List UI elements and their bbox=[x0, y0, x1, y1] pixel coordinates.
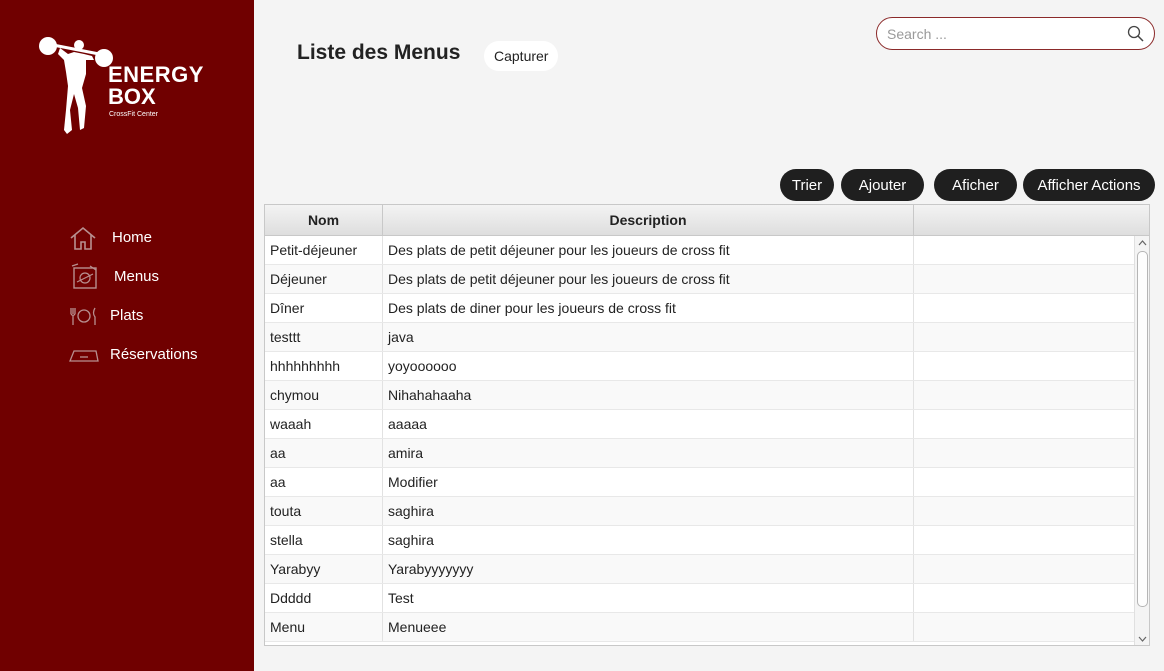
cell-empty bbox=[914, 497, 1135, 525]
table-row[interactable]: Petit-déjeuner Des plats de petit déjeune… bbox=[265, 236, 1149, 265]
cell-empty bbox=[914, 468, 1135, 496]
cell-nom: aa bbox=[265, 468, 383, 496]
table-row[interactable]: Ddddd Test bbox=[265, 584, 1149, 613]
cell-empty bbox=[914, 410, 1135, 438]
cell-description: Des plats de diner pour les joueurs de c… bbox=[383, 294, 914, 322]
cell-nom: waaah bbox=[265, 410, 383, 438]
cell-nom: Petit-déjeuner bbox=[265, 236, 383, 264]
sidebar-nav: Home Menus Plats Réservations bbox=[68, 218, 198, 374]
cell-description: saghira bbox=[383, 497, 914, 525]
cell-nom: chymou bbox=[265, 381, 383, 409]
cell-description: java bbox=[383, 323, 914, 351]
cell-description: saghira bbox=[383, 526, 914, 554]
search-icon[interactable] bbox=[1127, 25, 1145, 47]
cell-empty bbox=[914, 294, 1135, 322]
cell-nom: Ddddd bbox=[265, 584, 383, 612]
reservation-icon bbox=[68, 340, 102, 370]
column-header-description[interactable]: Description bbox=[383, 205, 914, 235]
table-row[interactable]: aa Modifier bbox=[265, 468, 1149, 497]
cell-description: aaaaa bbox=[383, 410, 914, 438]
cell-empty bbox=[914, 555, 1135, 583]
cell-description: Menueee bbox=[383, 613, 914, 641]
cell-nom: Menu bbox=[265, 613, 383, 641]
table-row[interactable]: Dîner Des plats de diner pour les joueurs… bbox=[265, 294, 1149, 323]
sort-button[interactable]: Trier bbox=[780, 169, 834, 201]
menu-book-icon bbox=[68, 262, 102, 292]
cell-description: Des plats de petit déjeuner pour les jou… bbox=[383, 265, 914, 293]
scroll-down-icon[interactable] bbox=[1135, 632, 1149, 645]
logo-tagline: CrossFit Center bbox=[109, 111, 159, 118]
table-row[interactable]: chymou Nihahahaaha bbox=[265, 381, 1149, 410]
show-actions-button[interactable]: Afficher Actions bbox=[1023, 169, 1155, 201]
home-icon bbox=[68, 223, 102, 253]
cell-empty bbox=[914, 352, 1135, 380]
cell-empty bbox=[914, 613, 1135, 641]
sidebar-item-label: Home bbox=[112, 229, 153, 246]
capture-button[interactable]: Capturer bbox=[484, 41, 559, 71]
table-row[interactable]: hhhhhhhhh yoyoooooo bbox=[265, 352, 1149, 381]
cell-description: yoyoooooo bbox=[383, 352, 914, 380]
table-header: Nom Description bbox=[265, 205, 1149, 236]
show-button[interactable]: Aficher bbox=[934, 169, 1017, 201]
column-header-empty[interactable] bbox=[914, 205, 1135, 235]
page-title: Liste des Menus bbox=[297, 41, 461, 64]
cell-nom: hhhhhhhhh bbox=[265, 352, 383, 380]
table-row[interactable]: Déjeuner Des plats de petit déjeuner pour… bbox=[265, 265, 1149, 294]
cell-empty bbox=[914, 439, 1135, 467]
sidebar-item-home[interactable]: Home bbox=[68, 218, 198, 257]
cell-empty bbox=[914, 236, 1135, 264]
table-scrollbar[interactable] bbox=[1134, 236, 1149, 645]
cell-nom: stella bbox=[265, 526, 383, 554]
table-row[interactable]: aa amira bbox=[265, 439, 1149, 468]
cell-nom: aa bbox=[265, 439, 383, 467]
search-box bbox=[876, 17, 1155, 50]
table-row[interactable]: touta saghira bbox=[265, 497, 1149, 526]
sidebar-item-label: Plats bbox=[110, 307, 144, 324]
table-row[interactable]: testtt java bbox=[265, 323, 1149, 352]
sidebar-item-label: Menus bbox=[114, 268, 160, 285]
column-header-nom[interactable]: Nom bbox=[265, 205, 383, 235]
sidebar-item-label: Réservations bbox=[110, 346, 198, 363]
logo-line1: ENERGY bbox=[108, 62, 204, 87]
cell-nom: Déjeuner bbox=[265, 265, 383, 293]
table-body: Petit-déjeuner Des plats de petit déjeune… bbox=[265, 236, 1149, 642]
cell-empty bbox=[914, 584, 1135, 612]
scroll-up-icon[interactable] bbox=[1135, 236, 1149, 250]
table-row[interactable]: stella saghira bbox=[265, 526, 1149, 555]
cell-description: Test bbox=[383, 584, 914, 612]
menus-table: Nom Description Petit-déjeuner Des plats … bbox=[264, 204, 1150, 646]
cell-description: Nihahahaaha bbox=[383, 381, 914, 409]
cell-nom: Dîner bbox=[265, 294, 383, 322]
cell-nom: testtt bbox=[265, 323, 383, 351]
cell-description: Yarabyyyyyyy bbox=[383, 555, 914, 583]
weightlifter-icon bbox=[39, 37, 113, 134]
add-button[interactable]: Ajouter bbox=[841, 169, 924, 201]
sidebar-item-plats[interactable]: Plats bbox=[68, 296, 198, 335]
table-row[interactable]: Menu Menueee bbox=[265, 613, 1149, 642]
table-row[interactable]: Yarabyy Yarabyyyyyyy bbox=[265, 555, 1149, 584]
logo-line2: BOX bbox=[108, 84, 156, 109]
cell-description: amira bbox=[383, 439, 914, 467]
cell-empty bbox=[914, 526, 1135, 554]
search-input[interactable] bbox=[887, 24, 1117, 44]
cell-description: Des plats de petit déjeuner pour les jou… bbox=[383, 236, 914, 264]
cell-description: Modifier bbox=[383, 468, 914, 496]
table-row[interactable]: waaah aaaaa bbox=[265, 410, 1149, 439]
sidebar-item-menus[interactable]: Menus bbox=[68, 257, 198, 296]
cell-empty bbox=[914, 381, 1135, 409]
sidebar: ENERGY BOX CrossFit Center Home Menus Pl… bbox=[0, 0, 254, 671]
cell-empty bbox=[914, 265, 1135, 293]
scroll-thumb[interactable] bbox=[1137, 251, 1148, 607]
sidebar-item-reservations[interactable]: Réservations bbox=[68, 335, 198, 374]
cutlery-icon bbox=[68, 301, 102, 331]
energy-box-logo: ENERGY BOX CrossFit Center bbox=[36, 30, 216, 140]
cell-empty bbox=[914, 323, 1135, 351]
cell-nom: Yarabyy bbox=[265, 555, 383, 583]
cell-nom: touta bbox=[265, 497, 383, 525]
